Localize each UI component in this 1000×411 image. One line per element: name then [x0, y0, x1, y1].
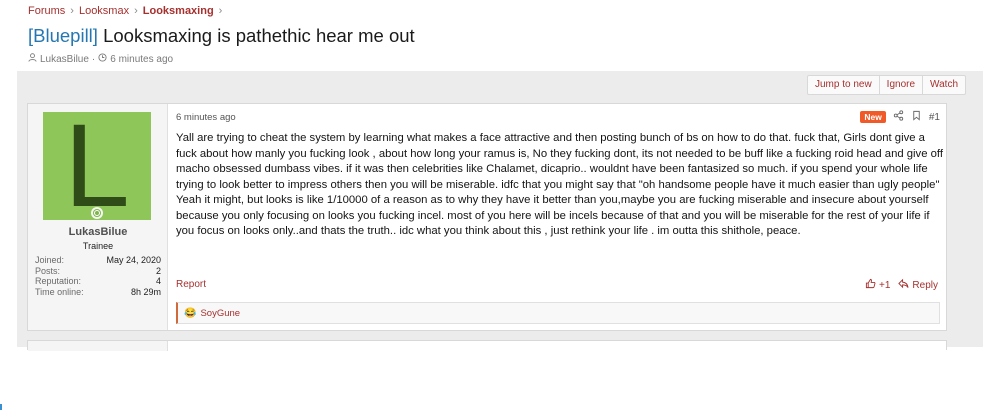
new-badge: New [860, 111, 886, 123]
post-time[interactable]: 6 minutes ago [176, 112, 236, 123]
post-actions: +1 Reply [865, 278, 938, 292]
thread-prefix[interactable]: [Bluepill] [28, 25, 98, 46]
reactions-bar: 😂 SoyGune [176, 302, 940, 324]
stat-joined: Joined: May 24, 2020 [35, 255, 161, 266]
stat-value: May 24, 2020 [106, 255, 161, 265]
post-username[interactable]: LukasBilue [28, 226, 168, 238]
breadcrumb-forums[interactable]: Forums [28, 5, 65, 17]
next-post [27, 340, 947, 351]
rep-count: +1 [879, 279, 891, 291]
post-number[interactable]: #1 [929, 112, 940, 123]
watch-button[interactable]: Watch [923, 75, 966, 95]
report-link[interactable]: Report [176, 279, 206, 290]
reaction-user[interactable]: SoyGune [200, 308, 240, 319]
reaction-icon: 😂 [184, 307, 197, 319]
thread-actions: Jump to new Ignore Watch [806, 75, 966, 95]
stat-label: Time online: [35, 286, 84, 297]
post: L LukasBilue Trainee Joined: May 24, 202… [27, 103, 947, 331]
thread-title: Looksmaxing is pathethic hear me out [103, 25, 415, 46]
reply-icon [898, 278, 909, 292]
next-post-user-panel [28, 341, 168, 351]
scroll-marker [0, 404, 2, 410]
stat-value: 4 [155, 276, 161, 286]
avatar[interactable]: L [43, 107, 151, 225]
breadcrumb-separator: › [70, 5, 74, 17]
bookmark-icon[interactable] [911, 110, 922, 124]
post-user-panel: L LukasBilue Trainee Joined: May 24, 202… [28, 104, 168, 330]
stat-posts: Posts: 2 [35, 266, 161, 277]
user-icon [28, 53, 37, 65]
user-title: Trainee [82, 241, 114, 251]
stat-label: Reputation: [35, 276, 82, 286]
ignore-button[interactable]: Ignore [879, 75, 924, 95]
online-status-icon [91, 207, 103, 219]
jump-to-new-button[interactable]: Jump to new [806, 75, 880, 95]
stat-label: Posts: [35, 265, 61, 276]
stat-time-online: Time online: 8h 29m [35, 287, 161, 298]
reply-button[interactable]: Reply [898, 278, 938, 292]
thread-time[interactable]: 6 minutes ago [110, 54, 173, 65]
breadcrumb-looksmax[interactable]: Looksmax [79, 5, 129, 17]
stat-reputation: Reputation: 4 [35, 276, 161, 287]
clock-icon [98, 53, 107, 65]
stat-value: 2 [155, 265, 161, 276]
breadcrumb-looksmaxing[interactable]: Looksmaxing [143, 5, 214, 17]
user-stats: Joined: May 24, 2020 Posts: 2 Reputation… [35, 255, 161, 297]
thread-author[interactable]: LukasBilue [40, 54, 89, 65]
post-tools: New #1 [860, 110, 940, 124]
post-header: 6 minutes ago New #1 [176, 110, 940, 124]
share-icon[interactable] [893, 110, 904, 124]
stat-value: 8h 29m [130, 286, 161, 297]
reply-label: Reply [912, 279, 938, 291]
post-body: Yall are trying to cheat the system by l… [176, 132, 943, 237]
thumbs-up-icon [865, 278, 876, 292]
breadcrumb-separator: › [134, 5, 138, 17]
rep-button[interactable]: +1 [865, 278, 890, 292]
meta-separator: · [91, 53, 96, 65]
breadcrumb: Forums › Looksmax › Looksmaxing › [28, 5, 227, 17]
breadcrumb-separator: › [218, 5, 223, 17]
thread-meta: LukasBilue · 6 minutes ago [28, 53, 173, 65]
page-title: [Bluepill] Looksmaxing is pathethic hear… [28, 25, 415, 47]
stat-label: Joined: [35, 255, 65, 265]
